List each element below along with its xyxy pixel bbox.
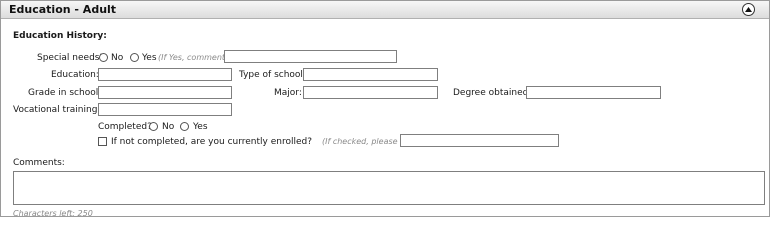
education-adult-panel: Education - Adult Education History: Spe… (0, 0, 770, 218)
major-input[interactable] (303, 86, 438, 99)
enrolled-description-input[interactable] (400, 134, 559, 147)
completed-no-label: No (162, 122, 175, 132)
degree-obtained-label: Degree obtained: (453, 88, 532, 98)
major-label: Major: (274, 88, 302, 98)
special-needs-hint: (If Yes, comment) (158, 53, 229, 62)
characters-left-counter: Characters left: 250 (13, 209, 93, 218)
vocational-training-label: Vocational training: (13, 105, 101, 115)
degree-obtained-input[interactable] (526, 86, 661, 99)
grade-in-school-label: Grade in school: (28, 88, 102, 98)
characters-left-label: Characters left: (13, 209, 75, 218)
special-needs-yes-label: Yes (142, 53, 157, 63)
special-needs-no-label: No (111, 53, 124, 63)
comments-label: Comments: (13, 158, 65, 168)
type-of-school-input[interactable] (303, 68, 438, 81)
completed-yes-radio[interactable] (180, 122, 189, 131)
vocational-training-input[interactable] (98, 103, 232, 116)
comments-textarea[interactable] (13, 171, 765, 205)
education-label: Education: (51, 70, 99, 80)
special-needs-yes-radio[interactable] (130, 53, 139, 62)
enrolled-checkbox[interactable] (98, 137, 107, 146)
panel-header: Education - Adult (1, 1, 769, 19)
chevron-up-icon (745, 7, 752, 12)
grade-in-school-input[interactable] (98, 86, 232, 99)
education-input[interactable] (98, 68, 232, 81)
characters-left-value: 250 (77, 209, 93, 218)
special-needs-comment-input[interactable] (224, 50, 397, 63)
completed-no-radio[interactable] (149, 122, 158, 131)
completed-label: Completed? (98, 122, 152, 132)
enrolled-label: If not completed, are you currently enro… (111, 137, 313, 147)
panel-title: Education - Adult (9, 3, 117, 16)
collapse-button[interactable] (742, 3, 755, 16)
completed-yes-label: Yes (193, 122, 208, 132)
special-needs-label: Special needs? (37, 53, 105, 63)
type-of-school-label: Type of school: (239, 70, 306, 80)
section-heading: Education History: (13, 31, 107, 41)
special-needs-no-radio[interactable] (99, 53, 108, 62)
